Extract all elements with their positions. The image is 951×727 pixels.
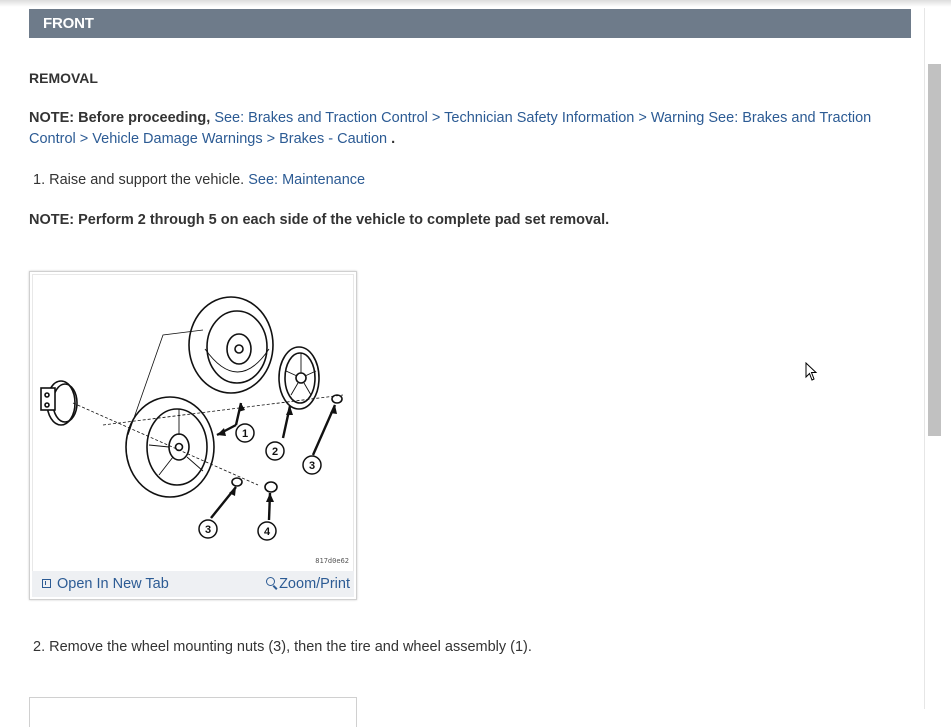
figure-code: 817d0e62 — [315, 557, 349, 565]
step-1: 1. Raise and support the vehicle. See: M… — [33, 170, 365, 191]
scrollbar-thumb[interactable] — [928, 64, 941, 436]
removal-heading: REMOVAL — [29, 70, 98, 86]
next-figure — [29, 697, 357, 727]
callout-1: 1 — [242, 428, 248, 440]
step-2: 2. Remove the wheel mounting nuts (3), t… — [33, 637, 532, 658]
callout-3-right: 3 — [309, 460, 315, 472]
open-in-new-tab-label: Open In New Tab — [57, 576, 169, 592]
open-new-tab-icon — [42, 579, 51, 588]
figure-frame: 1 2 3 3 4 817d0e62 — [32, 274, 354, 597]
mouse-cursor-icon — [805, 362, 818, 381]
maintenance-link[interactable]: See: Maintenance — [248, 172, 365, 188]
note-end: . — [391, 131, 396, 147]
zoom-print-label: Zoom/Print — [279, 576, 350, 592]
callout-4: 4 — [264, 526, 271, 538]
safety-note: NOTE: Before proceeding, See: Brakes and… — [29, 108, 909, 150]
figure-toolbar: Open In New Tab Zoom/Print — [32, 571, 354, 597]
zoom-print-link[interactable]: Zoom/Print — [266, 571, 350, 597]
step-2-text: 2. Remove the wheel mounting nuts (3), t… — [33, 639, 532, 655]
note-label: NOTE: Before proceeding, — [29, 110, 211, 126]
open-in-new-tab-link[interactable]: Open In New Tab — [42, 571, 169, 597]
section-header-front: FRONT — [29, 9, 911, 38]
zoom-magnifier-icon — [266, 577, 276, 586]
callout-3-left: 3 — [205, 524, 211, 536]
wheel-assembly-illustration: 1 2 3 3 4 — [40, 296, 344, 541]
technician-safety-link[interactable]: See: Brakes and Traction Control > Techn… — [214, 110, 704, 126]
top-shadow — [0, 0, 951, 7]
callout-2: 2 — [272, 446, 278, 458]
step-1-text: 1. Raise and support the vehicle. — [33, 172, 245, 188]
wheel-removal-figure: 1 2 3 3 4 817d0e62 Open In New Tab Zoom/… — [29, 271, 357, 600]
pad-set-note: NOTE: Perform 2 through 5 on each side o… — [29, 212, 610, 228]
